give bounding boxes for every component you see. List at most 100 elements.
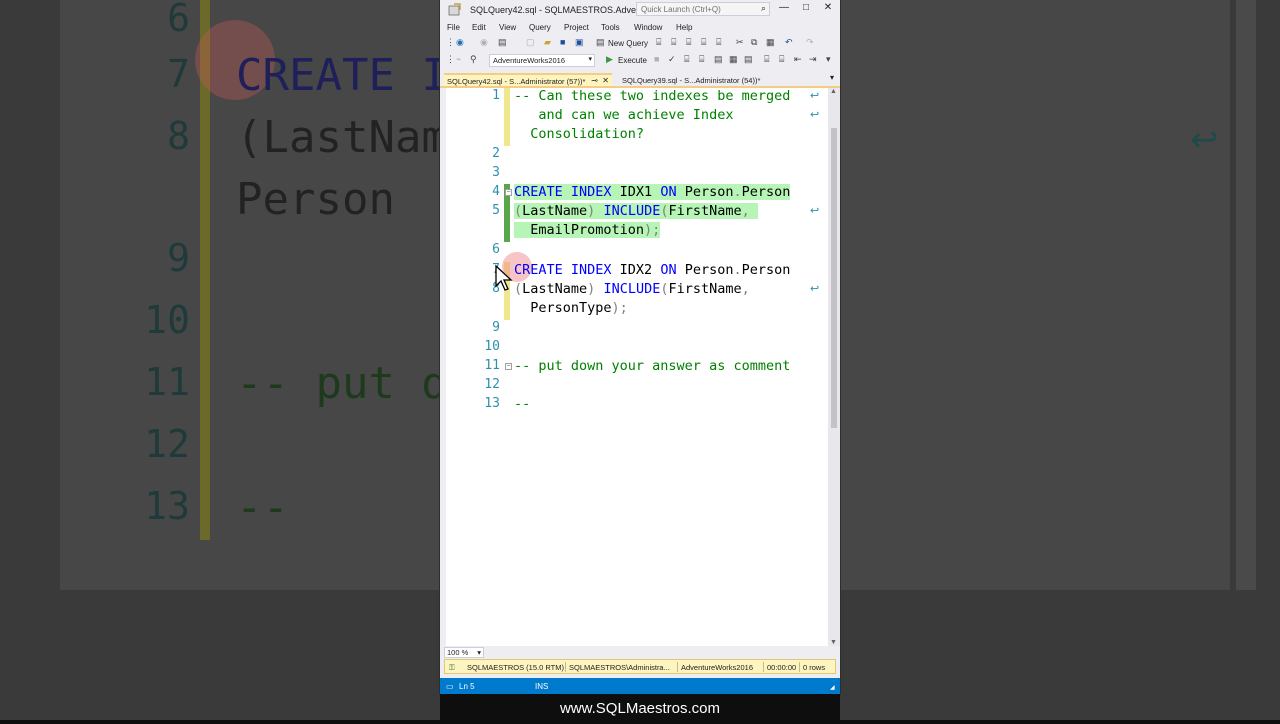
tab-sqlquery42[interactable]: SQLQuery42.sql - S...Administrator (57))…: [444, 73, 612, 87]
code-line-11: -- put down your answer as comment: [514, 358, 791, 374]
identifier: FirstName: [668, 203, 742, 219]
menu-view[interactable]: View: [499, 23, 516, 32]
copy-icon[interactable]: ⧉: [751, 37, 757, 48]
resize-grip-icon[interactable]: ◢: [830, 684, 835, 691]
word-wrap-icon: ↩: [810, 90, 820, 102]
plan-icon[interactable]: ▤: [714, 54, 723, 65]
menu-query[interactable]: Query: [529, 23, 551, 32]
execute-icon[interactable]: ▶: [606, 54, 613, 65]
keyword: CREATE INDEX: [514, 184, 612, 200]
new-query-icon[interactable]: ▤: [596, 37, 605, 48]
query-db-icon[interactable]: ⌸: [656, 37, 661, 48]
bg-line-text: --: [236, 482, 289, 533]
maximize-button[interactable]: □: [796, 2, 816, 17]
operator: ,: [741, 281, 750, 297]
save-all-icon[interactable]: ▣: [575, 37, 584, 48]
menu-edit[interactable]: Edit: [472, 23, 486, 32]
sql-editor-toolbar: ⋮ ⌁ ⚲ AdventureWorks2016 ▾ ▶ Execute ■ ✓…: [440, 52, 840, 68]
bg-line-text: Person: [236, 174, 395, 225]
query-editor[interactable]: 1 -- Can these two indexes be merged and…: [446, 88, 828, 646]
document-tabs: SQLQuery42.sql - S...Administrator (57))…: [440, 72, 840, 87]
pin-icon[interactable]: ⊸: [591, 76, 598, 85]
redo-icon[interactable]: ↷: [806, 37, 814, 48]
code-line-1-wrap: and can we achieve Index: [514, 107, 734, 123]
scroll-down-icon[interactable]: ▼: [830, 639, 837, 646]
scroll-up-icon[interactable]: ▲: [830, 88, 837, 95]
identifier: Person: [741, 184, 791, 200]
line-indicator: Ln 5: [459, 682, 475, 691]
uncomment-icon[interactable]: ⌸: [779, 54, 784, 65]
menu-project[interactable]: Project: [564, 23, 589, 32]
quick-launch-input[interactable]: Quick Launch (Ctrl+Q) ⌕: [636, 2, 770, 16]
collapse-icon[interactable]: −: [505, 189, 512, 196]
menu-tools[interactable]: Tools: [601, 23, 620, 32]
close-icon[interactable]: ✕: [602, 76, 609, 85]
line-number: 8: [492, 281, 500, 296]
word-wrap-icon: ↩: [810, 205, 820, 217]
code-line-4: CREATE INDEX IDX1 ON Person.Person: [514, 184, 791, 200]
identifier: Person: [676, 184, 734, 200]
identifier: Person: [676, 262, 734, 278]
scroll-thumb[interactable]: [831, 128, 837, 428]
editor-scrollbar[interactable]: ▲ ▼: [828, 88, 840, 646]
code-line-1-wrap: Consolidation?: [514, 126, 645, 142]
identifier: Person: [741, 262, 791, 278]
database-name: AdventureWorks2016: [681, 663, 753, 672]
toolbar-overflow-icon[interactable]: ▾: [826, 54, 831, 65]
search-icon: ⌕: [760, 3, 766, 13]
change-connection-icon[interactable]: ⚲: [470, 54, 477, 65]
comment-icon[interactable]: ⌸: [764, 54, 769, 65]
stop-icon[interactable]: ■: [654, 54, 659, 64]
bg-wrap-icon: ↩: [1190, 121, 1219, 159]
line-number: 6: [492, 242, 500, 257]
undo-icon[interactable]: ↶: [785, 37, 793, 48]
tab-label: SQLQuery42.sql - S...Administrator (57))…: [447, 77, 586, 86]
menu-window[interactable]: Window: [634, 23, 662, 32]
menu-help[interactable]: Help: [676, 23, 692, 32]
parse-icon[interactable]: ✓: [668, 54, 676, 65]
collapse-icon[interactable]: −: [505, 363, 512, 370]
results-text-icon[interactable]: ⌸: [699, 54, 704, 65]
bg-line-number: 7: [167, 52, 190, 96]
menu-file[interactable]: File: [447, 23, 460, 32]
operator: .: [733, 184, 742, 200]
website-caption: www.SQLMaestros.com: [440, 694, 840, 720]
open-file-icon[interactable]: ▰: [544, 37, 551, 48]
query-mdx-icon[interactable]: ⌸: [671, 37, 676, 48]
database-select-value: AdventureWorks2016: [493, 56, 565, 65]
paste-icon[interactable]: ▦: [766, 37, 775, 48]
connect-icon[interactable]: ⌁: [456, 54, 461, 65]
results-grid-icon[interactable]: ⌸: [684, 54, 689, 65]
cut-icon[interactable]: ✂: [736, 37, 744, 48]
change-marker: [504, 88, 510, 146]
new-project-icon[interactable]: ▤: [498, 37, 507, 48]
operator: );: [644, 222, 661, 238]
query-xmla-icon[interactable]: ⌸: [701, 37, 706, 48]
add-item-icon[interactable]: ▢: [526, 37, 535, 48]
row-count: 0 rows: [803, 663, 826, 672]
drag-handle-icon: ⋮: [446, 54, 455, 64]
minimize-button[interactable]: —: [774, 2, 794, 17]
bg-line-number: 11: [144, 360, 190, 404]
new-query-button[interactable]: New Query: [608, 39, 648, 48]
save-icon[interactable]: ■: [560, 37, 565, 47]
window-title: SQLQuery42.sql - SQLMAESTROS.Adventure..…: [470, 5, 665, 15]
close-button[interactable]: ✕: [818, 2, 838, 17]
outdent-icon[interactable]: ⇤: [794, 54, 802, 65]
forward-icon[interactable]: ◉: [480, 37, 488, 48]
query-das-icon[interactable]: ⌸: [716, 37, 721, 48]
word-wrap-icon: ↩: [810, 109, 820, 121]
indent-icon[interactable]: ⇥: [809, 54, 817, 65]
intellisense-icon[interactable]: ▤: [744, 54, 753, 65]
execute-button[interactable]: Execute: [618, 56, 647, 65]
query-dmx-icon[interactable]: ⌸: [686, 37, 691, 48]
zoom-select[interactable]: 100 % ▾: [444, 647, 484, 658]
keyword: CREATE INDEX: [514, 262, 612, 278]
quick-launch-placeholder: Quick Launch (Ctrl+Q): [641, 5, 721, 14]
database-select[interactable]: AdventureWorks2016 ▾: [489, 54, 595, 67]
back-icon[interactable]: ◉: [456, 37, 464, 48]
tab-list-icon[interactable]: ▾: [830, 73, 834, 82]
word-wrap-icon: ↩: [810, 283, 820, 295]
drag-handle-icon: ⋮: [446, 37, 455, 47]
query-options-icon[interactable]: ▦: [729, 54, 738, 65]
